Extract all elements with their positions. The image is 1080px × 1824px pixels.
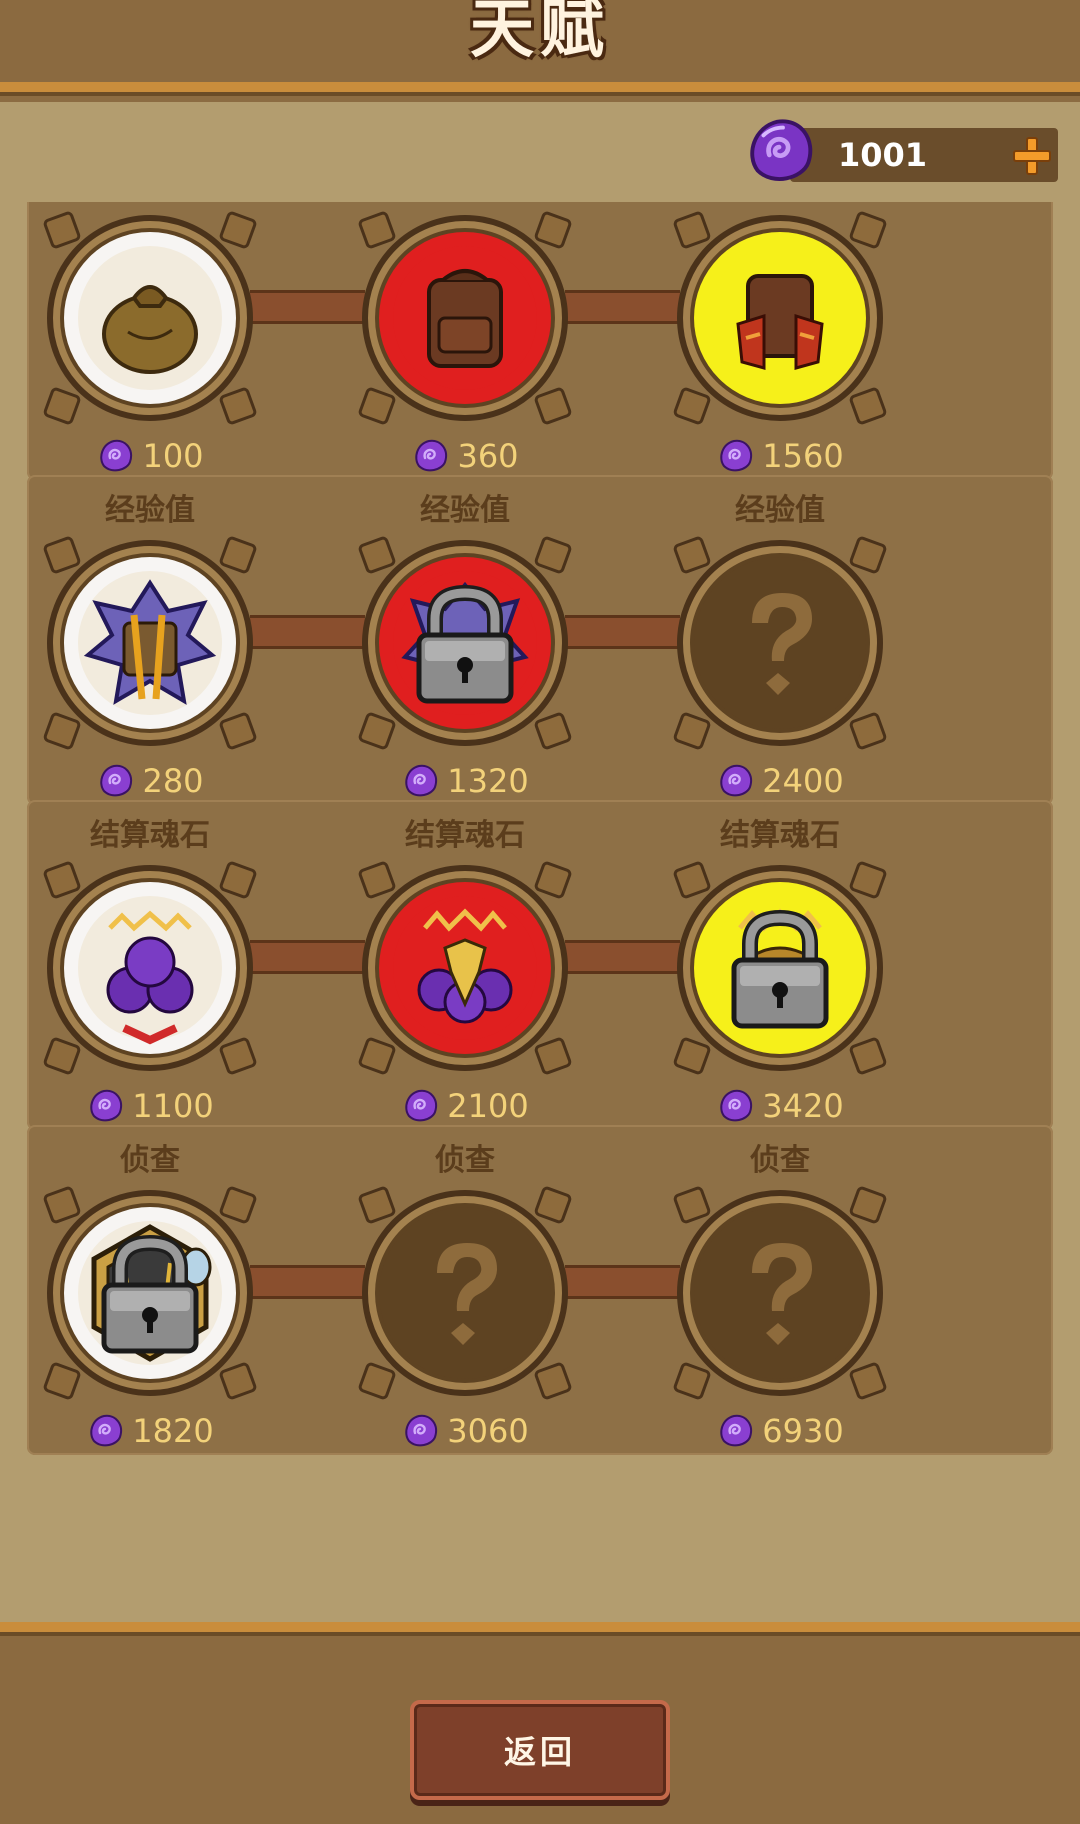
talent-list[interactable]: 背包 100 背包 360 背包	[0, 202, 1080, 1622]
talent-node[interactable]	[668, 856, 892, 1080]
cost-value: 280	[142, 762, 204, 800]
talent-row: 经验值 280 经验值 1320 经验值 2400	[27, 475, 1053, 805]
talent-cost: 2100	[365, 1086, 565, 1126]
cost-value: 360	[457, 437, 519, 475]
talent-row: 结算魂石 1100 结算魂石 2100 结算魂石 3420	[27, 800, 1053, 1130]
talent-name: 背包	[0, 202, 300, 204]
talent-row: 背包 100背包 360背包	[27, 202, 1053, 480]
talent-name: 经验值	[105, 493, 195, 528]
soul-stone-icon	[720, 764, 753, 797]
talent-name: 结算魂石	[90, 818, 210, 853]
soul-stone-icon	[405, 764, 438, 797]
talent-name: 侦查	[120, 1143, 180, 1178]
armored-backpack-icon	[736, 274, 824, 370]
cost-value: 2400	[762, 762, 844, 800]
cost-value: 1100	[132, 1087, 214, 1125]
back-button[interactable]: 返回	[410, 1700, 670, 1800]
spiked-tome-talent	[43, 536, 257, 750]
rune-tome-talent	[358, 536, 572, 750]
soul-stone-icon	[720, 1414, 753, 1447]
plus-icon[interactable]	[1010, 134, 1054, 178]
soul-stone-pile-talent	[43, 861, 257, 1075]
talent-connector	[250, 940, 365, 974]
talent-node[interactable]	[668, 1181, 892, 1405]
soul-stone-icon	[405, 1089, 438, 1122]
talent-cost: 3420	[680, 1086, 880, 1126]
soul-stone-treasure-talent	[673, 861, 887, 1075]
cost-value: 1320	[447, 762, 529, 800]
cost-value: 100	[142, 437, 204, 475]
talent-name: 背包	[630, 202, 930, 204]
talent-cost: 1320	[365, 761, 565, 801]
talent-connector	[565, 290, 680, 324]
talent-cost: 1820	[50, 1411, 250, 1451]
talent-node[interactable]	[353, 856, 577, 1080]
talent-name: 经验值	[420, 493, 510, 528]
talent-node[interactable]	[668, 206, 892, 430]
talent-cost: 6930	[680, 1411, 880, 1451]
talent-connector	[565, 615, 680, 649]
talent-cost: 280	[50, 761, 250, 801]
soul-stone-icon	[415, 439, 448, 472]
talent-cost: 3060	[365, 1411, 565, 1451]
talent-node[interactable]	[38, 1181, 262, 1405]
currency-bar: 1001	[750, 119, 1058, 182]
soul-stone-icon	[90, 1414, 123, 1447]
talent-connector	[250, 1265, 365, 1299]
talent-cost: 1100	[50, 1086, 250, 1126]
talent-name: 背包	[315, 202, 615, 204]
talent-node[interactable]	[353, 206, 577, 430]
talent-cost: 100	[50, 436, 250, 476]
soul-stone-icon	[100, 764, 133, 797]
talent-name: 结算魂石	[405, 818, 525, 853]
talent-row: 侦查 1820 侦查 3060 侦查 6930	[27, 1125, 1053, 1455]
sack-bag-talent	[43, 211, 257, 425]
locked-talent-slot	[673, 536, 887, 750]
backpack-talent	[358, 211, 572, 425]
locked-talent-slot	[358, 1186, 572, 1400]
talent-connector	[565, 1265, 680, 1299]
talent-cost: 2400	[680, 761, 880, 801]
cost-value: 1820	[132, 1412, 214, 1450]
talent-cost: 360	[365, 436, 565, 476]
soul-stone-icon	[720, 1089, 753, 1122]
soul-stone-icon	[405, 1414, 438, 1447]
talent-name: 侦查	[435, 1143, 495, 1178]
cost-value: 1560	[762, 437, 844, 475]
cost-value: 2100	[447, 1087, 529, 1125]
talent-cost: 1560	[680, 436, 880, 476]
locked-talent-slot	[673, 1186, 887, 1400]
talent-node[interactable]	[38, 856, 262, 1080]
armored-backpack-talent	[673, 211, 887, 425]
talent-node[interactable]	[38, 206, 262, 430]
header-bar: 天赋	[0, 0, 1080, 92]
soul-stone-balance: 1001	[838, 136, 928, 174]
talent-node[interactable]	[668, 531, 892, 755]
soul-stone-icon	[90, 1089, 123, 1122]
soul-stone-crown-talent	[358, 861, 572, 1075]
talent-node[interactable]	[38, 531, 262, 755]
talent-node[interactable]	[353, 531, 577, 755]
scout-map-talent	[43, 1186, 257, 1400]
talent-node[interactable]	[353, 1181, 577, 1405]
talent-name: 经验值	[735, 493, 825, 528]
talent-connector	[250, 615, 365, 649]
talent-connector	[565, 940, 680, 974]
talent-name: 结算魂石	[720, 818, 840, 853]
backpack-icon	[427, 269, 503, 368]
talent-name: 侦查	[750, 1143, 810, 1178]
page-title: 天赋	[470, 0, 610, 67]
soul-stone-icon	[100, 439, 133, 472]
cost-value: 6930	[762, 1412, 844, 1450]
talent-connector	[250, 290, 365, 324]
soul-stone-icon	[750, 119, 813, 181]
cost-value: 3060	[447, 1412, 529, 1450]
soul-stone-icon	[720, 439, 753, 472]
footer-bar: 返回	[0, 1622, 1080, 1824]
cost-value: 3420	[762, 1087, 844, 1125]
